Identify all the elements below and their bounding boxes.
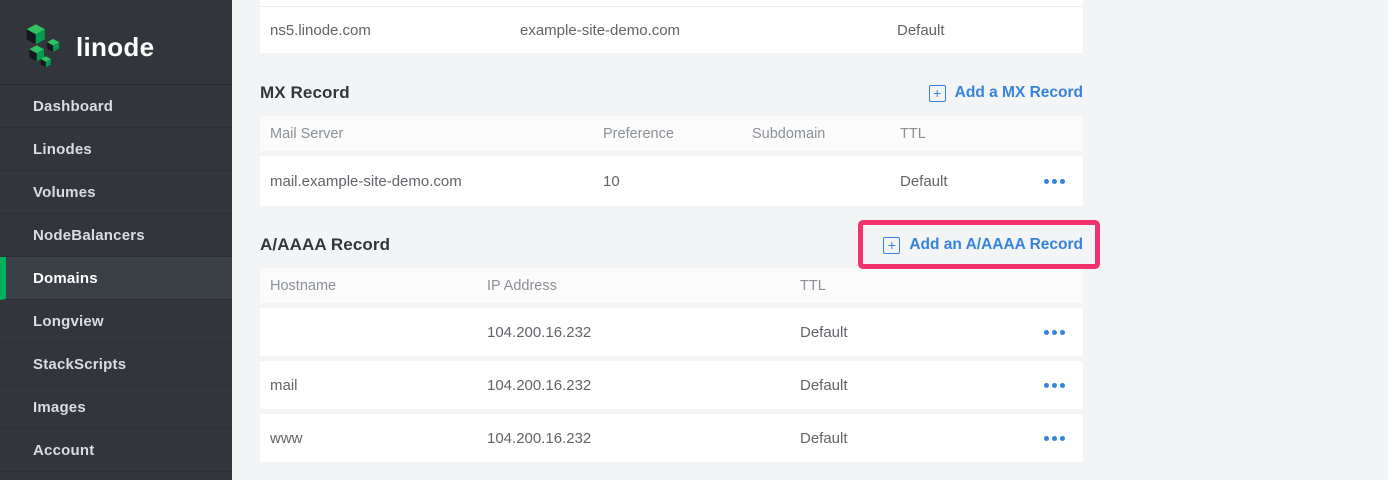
app-window: linode Dashboard Linodes Volumes NodeBal… xyxy=(0,0,1388,480)
a-row-actions-button[interactable] xyxy=(1042,430,1067,447)
mx-header-subdomain: Subdomain xyxy=(742,126,890,142)
a-header-ip-address: IP Address xyxy=(477,278,790,294)
a-ttl-cell: Default xyxy=(790,377,910,394)
a-header-hostname: Hostname xyxy=(260,278,477,294)
sidebar-item-linodes[interactable]: Linodes xyxy=(0,128,232,171)
domain-records-panel: ns5.linode.com example-site-demo.com Def… xyxy=(260,0,1083,480)
ellipsis-icon xyxy=(1044,179,1049,184)
linode-logo[interactable]: linode xyxy=(0,0,232,84)
sidebar-item-nodebalancers[interactable]: NodeBalancers xyxy=(0,214,232,257)
a-ttl-cell: Default xyxy=(790,430,910,447)
a-ip-cell: 104.200.16.232 xyxy=(477,324,790,341)
a-row-actions-button[interactable] xyxy=(1042,377,1067,394)
a-hostname-cell: mail xyxy=(260,377,477,394)
mx-record-row: mail.example-site-demo.com 10 Default xyxy=(260,156,1083,206)
mx-section-title: MX Record xyxy=(260,83,350,103)
mx-mail-server-cell: mail.example-site-demo.com xyxy=(260,173,593,190)
mx-row-actions-button[interactable] xyxy=(1042,173,1067,190)
a-record-row: 104.200.16.232 Default xyxy=(260,308,1083,356)
plus-square-icon: + xyxy=(929,85,946,102)
sidebar-item-dashboard[interactable]: Dashboard xyxy=(0,85,232,128)
a-hostname-cell: www xyxy=(260,430,477,447)
a-ip-cell: 104.200.16.232 xyxy=(477,377,790,394)
ns-record-row-partial xyxy=(260,0,1083,7)
a-table-header: Hostname IP Address TTL xyxy=(260,268,1083,303)
mx-header-mail-server: Mail Server xyxy=(260,126,593,142)
a-section-title: A/AAAA Record xyxy=(260,235,390,255)
mx-table-header: Mail Server Preference Subdomain TTL xyxy=(260,116,1083,151)
add-mx-record-button[interactable]: + Add a MX Record xyxy=(929,84,1083,102)
a-record-section: A/AAAA Record + Add an A/AAAA Record Hos… xyxy=(260,235,1083,462)
linode-logo-text: linode xyxy=(76,32,154,69)
mx-ttl-cell: Default xyxy=(890,173,1010,190)
add-a-record-label: Add an A/AAAA Record xyxy=(909,236,1083,254)
a-record-row: mail 104.200.16.232 Default xyxy=(260,361,1083,409)
ellipsis-icon xyxy=(1044,383,1049,388)
mx-header-ttl: TTL xyxy=(890,126,1010,142)
mx-record-section: MX Record + Add a MX Record Mail Server … xyxy=(260,83,1083,206)
sidebar: linode Dashboard Linodes Volumes NodeBal… xyxy=(0,0,232,480)
sidebar-item-longview[interactable]: Longview xyxy=(0,300,232,343)
sidebar-item-stackscripts[interactable]: StackScripts xyxy=(0,343,232,386)
ellipsis-icon xyxy=(1044,330,1049,335)
a-ip-cell: 104.200.16.232 xyxy=(477,430,790,447)
ns-ttl-cell: Default xyxy=(887,22,1083,39)
mx-header-preference: Preference xyxy=(593,126,742,142)
add-mx-record-label: Add a MX Record xyxy=(955,84,1083,102)
ellipsis-icon xyxy=(1044,436,1049,441)
add-a-record-button[interactable]: + Add an A/AAAA Record xyxy=(883,236,1083,254)
sidebar-item-images[interactable]: Images xyxy=(0,386,232,429)
ns-record-row: ns5.linode.com example-site-demo.com Def… xyxy=(260,7,1083,53)
a-ttl-cell: Default xyxy=(790,324,910,341)
a-record-row: www 104.200.16.232 Default xyxy=(260,414,1083,462)
ns-record-table: ns5.linode.com example-site-demo.com Def… xyxy=(260,0,1083,53)
sidebar-item-domains[interactable]: Domains xyxy=(0,257,232,300)
sidebar-item-account[interactable]: Account xyxy=(0,429,232,472)
ns-subdomain-cell: example-site-demo.com xyxy=(510,22,887,39)
sidebar-item-volumes[interactable]: Volumes xyxy=(0,171,232,214)
sidebar-nav: Dashboard Linodes Volumes NodeBalancers … xyxy=(0,84,232,472)
mx-preference-cell: 10 xyxy=(593,173,742,190)
a-row-actions-button[interactable] xyxy=(1042,324,1067,341)
plus-square-icon: + xyxy=(883,237,900,254)
a-header-ttl: TTL xyxy=(790,278,910,294)
linode-cubes-icon xyxy=(23,23,65,78)
ns-name-server-cell: ns5.linode.com xyxy=(260,22,510,39)
